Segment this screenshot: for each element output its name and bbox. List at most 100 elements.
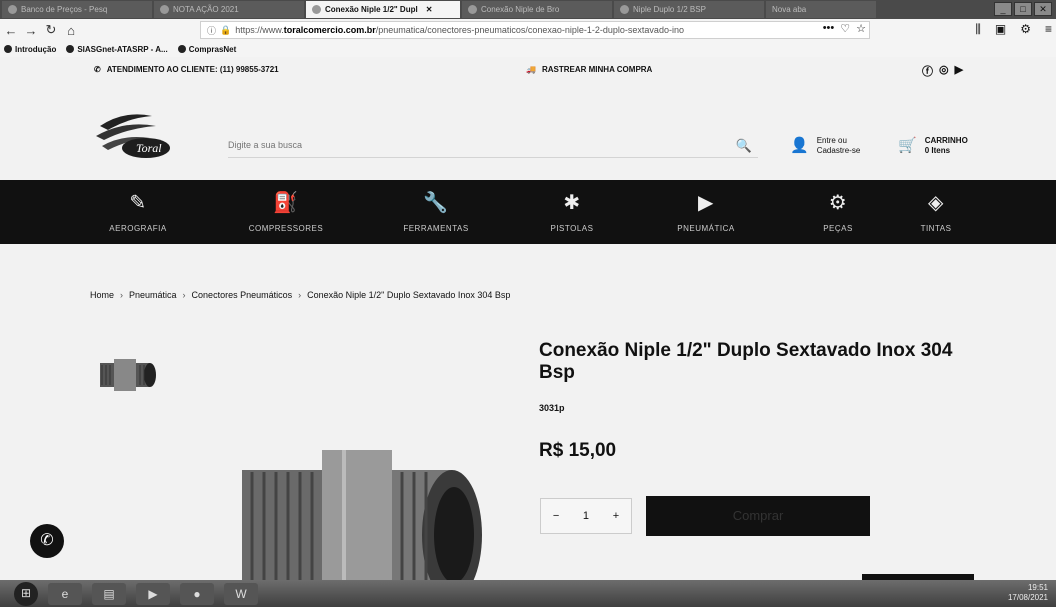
paint-icon: ◈: [928, 192, 944, 214]
category-pistolas[interactable]: ✱ PISTOLAS: [508, 190, 636, 233]
phone-icon: ✆: [94, 65, 101, 74]
menu-icon[interactable]: ≡: [1045, 22, 1052, 37]
bookmark-icon: [4, 45, 12, 53]
breadcrumb-separator: ›: [120, 290, 124, 300]
globe-icon: [177, 45, 186, 53]
breadcrumb-separator: ›: [298, 290, 302, 300]
category-nav: ✎ AEROGRAFIA ⛽ COMPRESSORES 🔧 FERRAMENTAS ✱…: [0, 180, 1056, 244]
back-icon[interactable]: ←: [2, 23, 20, 38]
svg-text:Toral: Toral: [136, 141, 162, 155]
whatsapp-icon[interactable]: ✆: [30, 524, 64, 558]
product-title: Conexão Niple 1/2" Duplo Sextavado Inox …: [539, 340, 953, 383]
media-icon[interactable]: ▶: [136, 582, 170, 605]
tab-banco-precos[interactable]: Banco de Preços - Pesq: [2, 1, 152, 18]
product-thumbnail[interactable]: [96, 355, 158, 395]
tab-nota-acao[interactable]: NOTA AÇÃO 2021: [154, 1, 304, 18]
sidebar-icon[interactable]: ▣: [995, 22, 1006, 37]
product-main-image: [242, 450, 482, 600]
favicon-icon: [160, 5, 169, 14]
clock-date: 17/08/2021: [1007, 593, 1048, 602]
increase-button[interactable]: +: [613, 510, 619, 522]
compressor-icon: ⛽: [273, 192, 299, 214]
browser-nav-bar: ← → ↻ ⌂ ⓘ 🔒 https://www.toralcomercio.co…: [0, 19, 1056, 41]
bookmarks-bar: Introdução SIASGnet-ATASRP - A... Compra…: [0, 41, 1056, 57]
search-icon[interactable]: 🔍: [736, 138, 752, 154]
cart-link[interactable]: 🛒 CARRINHO 0 Itens: [898, 136, 968, 156]
tab-niple-duplo[interactable]: Niple Duplo 1/2 BSP: [614, 1, 764, 18]
track-order-link[interactable]: 🚚 RASTREAR MINHA COMPRA: [526, 65, 652, 74]
customer-service[interactable]: ✆ ATENDIMENTO AO CLIENTE: (11) 99855-3721: [94, 65, 279, 74]
breadcrumb-separator: ›: [182, 290, 186, 300]
system-tray[interactable]: 19:51 17/08/2021: [1008, 583, 1048, 603]
breadcrumb-pneumatica[interactable]: Pneumática: [129, 290, 177, 300]
tab-conexao-bro[interactable]: Conexão Niple de Bro: [462, 1, 612, 18]
info-icon: ⓘ: [207, 25, 217, 36]
url-actions: ••• ♡ ☆: [823, 22, 866, 35]
maximize-icon[interactable]: □: [1014, 2, 1032, 16]
minimize-icon[interactable]: _: [994, 2, 1012, 16]
account-link[interactable]: 👤 Entre ou Cadastre-se: [790, 136, 860, 156]
truck-icon: 🚚: [526, 65, 536, 74]
favicon-icon: [8, 5, 17, 14]
category-pneumatica[interactable]: ▶ PNEUMÁTICA: [642, 190, 770, 233]
reload-icon[interactable]: ↻: [42, 22, 60, 38]
tool-icon: 🔧: [423, 192, 449, 214]
bookmark-siasgnet[interactable]: SIASGnet-ATASRP - A...: [66, 45, 168, 54]
category-compressores[interactable]: ⛽ COMPRESSORES: [222, 190, 350, 233]
site-topbar: ✆ ATENDIMENTO AO CLIENTE: (11) 99855-3721…: [0, 57, 1056, 84]
bookmark-comprasnet[interactable]: ComprasNet: [177, 45, 236, 54]
favicon-icon: [468, 5, 477, 14]
category-tintas[interactable]: ◈ TINTAS: [872, 190, 1000, 233]
forward-icon[interactable]: →: [22, 23, 40, 38]
favicon-icon: [620, 5, 629, 14]
favicon-icon: [312, 5, 321, 14]
category-ferramentas[interactable]: 🔧 FERRAMENTAS: [372, 190, 500, 233]
toral-logo[interactable]: Toral: [94, 108, 174, 160]
close-window-icon[interactable]: ✕: [1034, 2, 1052, 16]
quantity-value[interactable]: 1: [583, 510, 589, 522]
category-aerografia[interactable]: ✎ AEROGRAFIA: [74, 190, 202, 233]
breadcrumb-current: Conexão Niple 1/2" Duplo Sextavado Inox …: [307, 290, 511, 300]
url-text: https://www.toralcomercio.com.br/pneumat…: [235, 25, 684, 35]
pneumatic-icon: ▶: [698, 192, 714, 214]
start-button[interactable]: ⊞: [14, 581, 38, 606]
home-icon[interactable]: ⌂: [62, 23, 80, 38]
globe-icon: [66, 45, 75, 53]
url-bar[interactable]: ⓘ 🔒 https://www.toralcomercio.com.br/pne…: [200, 21, 870, 39]
word-icon[interactable]: W: [224, 582, 258, 605]
site-header: Toral 🔍 👤 Entre ouCadastre-se 🛒 CARRINHO…: [0, 84, 1056, 180]
more-icon[interactable]: •••: [823, 22, 835, 35]
browser-toolbar-right: ⫼ ▣ ⚙ ≡: [975, 22, 1052, 37]
decrease-button[interactable]: −: [553, 510, 559, 522]
clock-time: 19:51: [1027, 583, 1048, 592]
breadcrumb-home[interactable]: Home: [90, 290, 114, 300]
explorer-icon[interactable]: ▤: [92, 582, 126, 605]
facebook-icon[interactable]: ⓕ: [922, 63, 933, 79]
search-input[interactable]: [228, 139, 708, 150]
close-tab-icon[interactable]: ✕: [426, 5, 433, 14]
search-bar: 🔍: [228, 132, 758, 158]
product-price: R$ 15,00: [539, 440, 617, 461]
youtube-icon[interactable]: ▶: [955, 63, 963, 79]
user-icon: 👤: [790, 137, 809, 154]
social-links: ⓕ ◎ ▶: [922, 63, 963, 79]
tab-nova-aba[interactable]: Nova aba: [766, 1, 876, 18]
ie-icon[interactable]: e: [48, 582, 82, 605]
star-icon[interactable]: ☆: [856, 22, 866, 35]
pocket-icon[interactable]: ♡: [840, 22, 850, 35]
bookmark-introducao[interactable]: Introdução: [4, 45, 56, 54]
windows-taskbar: ⊞ e ▤ ▶ ● W 19:51 17/08/2021: [0, 580, 1056, 607]
breadcrumb: Home › Pneumática › Conectores Pneumátic…: [90, 290, 510, 300]
browser-tab-bar: Banco de Preços - Pesq NOTA AÇÃO 2021 Co…: [0, 0, 1056, 19]
buy-button[interactable]: Comprar: [646, 496, 870, 536]
firefox-icon[interactable]: ●: [180, 582, 214, 605]
breadcrumb-conectores[interactable]: Conectores Pneumáticos: [192, 290, 293, 300]
quantity-stepper: − 1 +: [540, 498, 632, 534]
lock-icon: 🔒: [220, 24, 232, 35]
cart-icon: 🛒: [898, 137, 917, 154]
instagram-icon[interactable]: ◎: [939, 63, 949, 79]
extension-icon[interactable]: ⚙: [1020, 22, 1031, 37]
tab-active-product[interactable]: Conexão Niple 1/2" Dupl ✕: [306, 1, 460, 18]
airbrush-icon: ✎: [129, 192, 147, 214]
library-icon[interactable]: ⫼: [975, 22, 981, 37]
